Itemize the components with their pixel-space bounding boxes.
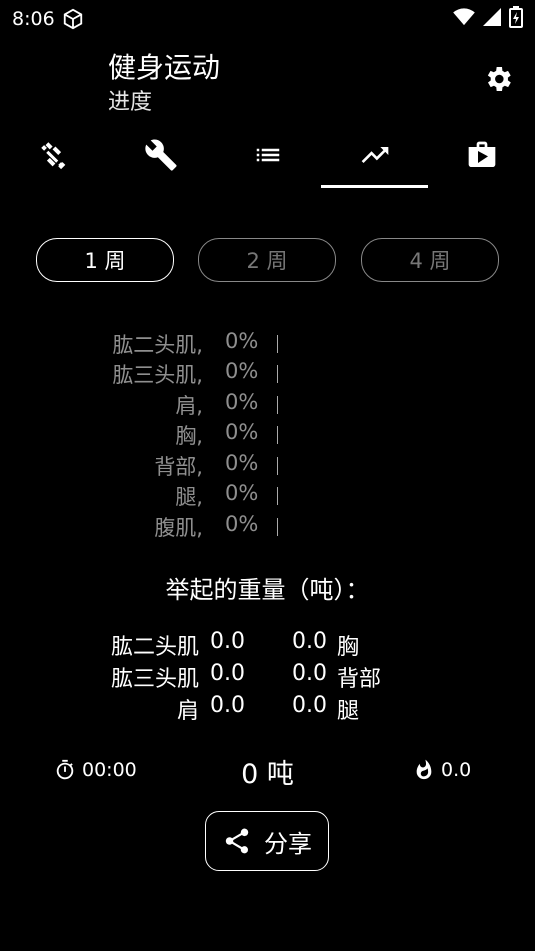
lift-value-left: 0.0 bbox=[210, 661, 245, 686]
period-1-week-button[interactable]: 1 周 bbox=[36, 238, 174, 282]
calories: 0.0 bbox=[413, 758, 471, 782]
tab-tools[interactable] bbox=[107, 130, 214, 180]
tab-list[interactable] bbox=[214, 130, 321, 180]
flame-icon bbox=[416, 759, 432, 780]
tab-workout[interactable] bbox=[0, 130, 107, 180]
muscle-bar bbox=[277, 457, 278, 475]
muscle-percent: 0% bbox=[225, 329, 259, 353]
tab-store[interactable] bbox=[428, 130, 535, 180]
shop-icon bbox=[468, 141, 495, 167]
cube-icon bbox=[62, 8, 84, 34]
signal-icon bbox=[483, 8, 501, 26]
lift-value-right: 0.0 bbox=[292, 661, 327, 686]
trending-up-icon bbox=[361, 147, 388, 163]
muscle-name: 腿, bbox=[175, 485, 203, 509]
muscle-name: 肱二头肌, bbox=[112, 333, 203, 357]
calories-value: 0.0 bbox=[441, 759, 472, 781]
muscle-row: 肱三头肌, 0% bbox=[0, 359, 535, 389]
muscle-name: 背部, bbox=[154, 455, 203, 479]
muscle-bar bbox=[277, 426, 278, 444]
lift-value-left: 0.0 bbox=[210, 693, 245, 718]
status-icons bbox=[453, 6, 523, 28]
list-icon bbox=[256, 148, 279, 162]
weight-lifted-title: 举起的重量（吨）： bbox=[165, 576, 370, 604]
app-title: 健身运动 bbox=[108, 51, 221, 84]
lift-label-left: 肩 bbox=[176, 699, 199, 724]
share-icon bbox=[225, 828, 249, 854]
status-time: 8:06 bbox=[12, 8, 55, 30]
lift-label-right: 胸 bbox=[337, 635, 360, 660]
muscle-bar bbox=[277, 396, 278, 414]
muscle-percent: 0% bbox=[225, 481, 259, 505]
stats-bar: 00:00 0 吨 0.0 bbox=[0, 752, 535, 790]
muscle-row: 胸, 0% bbox=[0, 420, 535, 450]
muscle-name: 腹肌, bbox=[154, 516, 203, 540]
tab-bar bbox=[0, 130, 535, 192]
gear-icon bbox=[487, 67, 511, 91]
tab-progress[interactable] bbox=[321, 130, 428, 188]
muscle-bar bbox=[277, 487, 278, 505]
lift-value-left: 0.0 bbox=[210, 629, 245, 654]
muscle-row: 肱二头肌, 0% bbox=[0, 329, 535, 359]
dumbbell-icon bbox=[40, 142, 65, 170]
muscle-percent: 0% bbox=[225, 420, 259, 444]
lift-label-right: 背部 bbox=[337, 667, 382, 692]
muscle-percent: 0% bbox=[225, 451, 259, 475]
lift-label-left: 肱三头肌 bbox=[110, 667, 199, 692]
muscle-name: 肩, bbox=[175, 394, 203, 418]
muscle-percent: 0% bbox=[225, 390, 259, 414]
period-2-week-button[interactable]: 2 周 bbox=[198, 238, 336, 282]
lift-row: 肱二头肌 0.0 0.0 胸 bbox=[0, 629, 535, 661]
muscle-row: 腿, 0% bbox=[0, 481, 535, 511]
lift-value-right: 0.0 bbox=[292, 693, 327, 718]
lift-row: 肱三头肌 0.0 0.0 背部 bbox=[0, 661, 535, 693]
share-label: 分享 bbox=[264, 829, 312, 858]
share-button[interactable]: 分享 bbox=[205, 811, 329, 871]
lift-row: 肩 0.0 0.0 腿 bbox=[0, 693, 535, 725]
app-subtitle: 进度 bbox=[108, 90, 153, 115]
muscle-name: 胸, bbox=[175, 424, 203, 448]
muscle-row: 肩, 0% bbox=[0, 390, 535, 420]
wrench-icon bbox=[144, 139, 177, 171]
muscle-row: 腹肌, 0% bbox=[0, 512, 535, 542]
muscle-bar bbox=[277, 518, 278, 536]
muscle-bar bbox=[277, 365, 278, 383]
muscle-percent: 0% bbox=[225, 359, 259, 383]
lift-value-right: 0.0 bbox=[292, 629, 327, 654]
muscle-bar bbox=[277, 335, 278, 353]
battery-icon bbox=[509, 6, 523, 28]
lift-label-right: 腿 bbox=[337, 699, 360, 724]
muscle-name: 肱三头肌, bbox=[112, 363, 203, 387]
wifi-icon bbox=[453, 8, 475, 26]
settings-button[interactable] bbox=[481, 62, 515, 96]
lift-label-left: 肱二头肌 bbox=[110, 635, 199, 660]
muscle-percent: 0% bbox=[225, 512, 259, 536]
period-4-week-button[interactable]: 4 周 bbox=[361, 238, 499, 282]
muscle-row: 背部, 0% bbox=[0, 451, 535, 481]
